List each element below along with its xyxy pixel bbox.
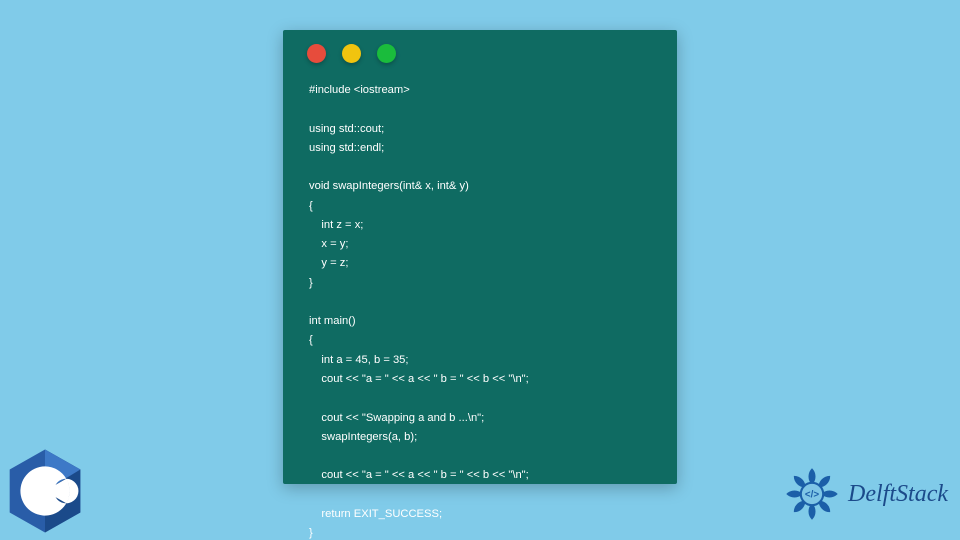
cpp-plus-text: ++ bbox=[53, 483, 69, 498]
code-window: #include <iostream> using std::cout; usi… bbox=[283, 30, 677, 484]
delftstack-logo: </> DelftStack bbox=[784, 466, 948, 522]
cpp-logo: ++ bbox=[6, 448, 84, 534]
code-block: #include <iostream> using std::cout; usi… bbox=[283, 73, 677, 540]
delftstack-name: DelftStack bbox=[848, 481, 948, 508]
close-icon[interactable] bbox=[307, 44, 326, 63]
maximize-icon[interactable] bbox=[377, 44, 396, 63]
svg-text:</>: </> bbox=[805, 490, 819, 501]
delftstack-icon: </> bbox=[784, 466, 840, 522]
minimize-icon[interactable] bbox=[342, 44, 361, 63]
titlebar bbox=[283, 30, 677, 73]
